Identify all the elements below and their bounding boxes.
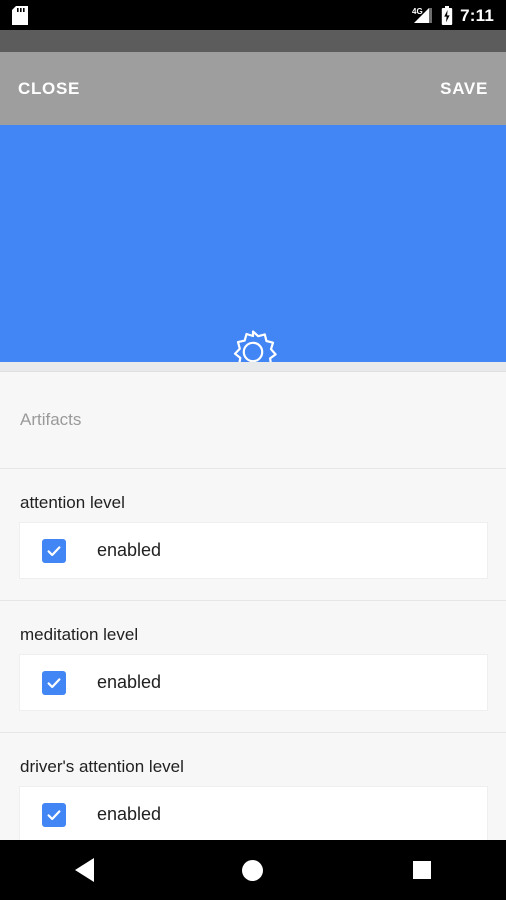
close-button[interactable]: CLOSE (2, 69, 96, 109)
check-icon (47, 677, 61, 688)
preference-label: meditation level (20, 625, 139, 644)
preference-group-drivers-attention-level: driver's attention level enabled (0, 733, 506, 840)
save-button[interactable]: SAVE (424, 69, 504, 109)
status-bar-left (12, 5, 28, 25)
status-bar-right: 4G 7:11 (412, 5, 494, 25)
settings-hero-header: Settings (0, 125, 506, 468)
home-icon (242, 859, 264, 881)
section-header-artifacts: Artifacts (0, 372, 506, 469)
recents-icon (412, 861, 431, 879)
checkbox-enabled[interactable] (42, 802, 66, 827)
preference-card[interactable]: enabled (20, 523, 487, 578)
nav-recents-button[interactable] (387, 840, 457, 900)
preference-label: driver's attention level (20, 757, 184, 776)
checkbox-label: enabled (97, 540, 162, 560)
preference-card[interactable]: enabled (20, 655, 487, 710)
checkbox-enabled[interactable] (42, 538, 66, 563)
status-bar: 4G 7:11 (0, 0, 506, 30)
check-icon (47, 809, 61, 820)
checkbox-enabled[interactable] (42, 670, 66, 695)
check-icon (47, 545, 61, 556)
toolbar-shadow-strip (0, 30, 506, 52)
dialog-action-toolbar: CLOSE SAVE (0, 52, 506, 125)
checkbox-label: enabled (97, 672, 162, 692)
android-screen: 4G 7:11 CLOSE SAVE Settings Artifacts (0, 0, 506, 900)
sd-card-icon (12, 5, 28, 25)
nav-home-button[interactable] (218, 840, 288, 900)
svg-text:4G: 4G (412, 7, 423, 16)
preference-card[interactable]: enabled (20, 787, 487, 840)
settings-list: Artifacts attention level enabled medita… (0, 372, 506, 840)
preference-label: attention level (20, 493, 125, 512)
checkbox-label: enabled (97, 804, 162, 824)
preference-group-meditation-level: meditation level enabled (0, 601, 506, 733)
signal-4g-icon: 4G (412, 7, 433, 23)
preference-group-attention-level: attention level enabled (0, 469, 506, 601)
status-bar-clock: 7:11 (460, 5, 494, 25)
nav-back-button[interactable] (49, 840, 119, 900)
back-icon (74, 858, 94, 882)
android-navigation-bar (0, 840, 506, 900)
hero-divider (0, 362, 506, 372)
battery-charging-icon (441, 5, 453, 25)
